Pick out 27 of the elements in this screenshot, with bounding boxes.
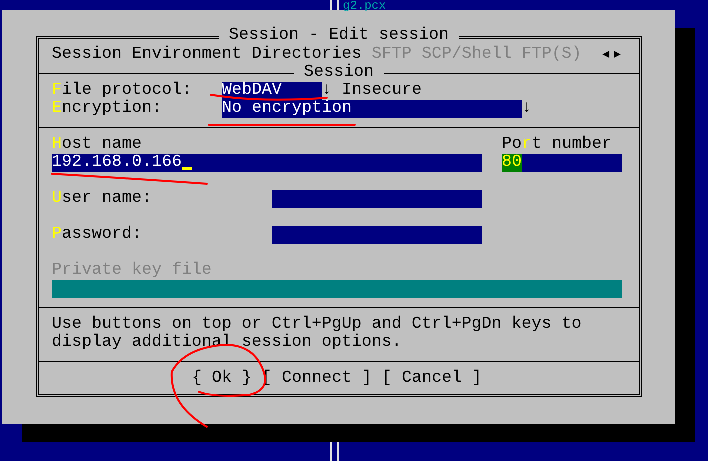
scroll-right-arrow[interactable]: ► bbox=[614, 46, 621, 64]
dropdown-field[interactable]: WebDAV bbox=[222, 82, 322, 100]
field-label: Encryption: bbox=[52, 100, 163, 118]
file-name: g2.pcx bbox=[343, 0, 386, 12]
tab[interactable]: Session bbox=[52, 46, 122, 64]
input-field[interactable]: 192.168.0.166 bbox=[52, 154, 482, 172]
dropdown-field[interactable]: No encryption bbox=[222, 100, 522, 118]
tab[interactable]: Environment bbox=[132, 46, 242, 64]
group-title: Session bbox=[303, 64, 375, 82]
input-field[interactable]: 80 bbox=[502, 154, 622, 172]
hint-text: Use buttons on top or Ctrl+PgUp and Ctrl+PgDn keys to display additional session options. bbox=[52, 316, 583, 352]
field-label: User name: bbox=[52, 190, 153, 208]
field-label: Port number bbox=[502, 136, 612, 154]
dropdown-arrow[interactable]: ↓ bbox=[522, 100, 532, 118]
dialog-button[interactable]: [ Cancel ] bbox=[382, 370, 482, 388]
input-field[interactable] bbox=[272, 226, 482, 244]
input-field[interactable] bbox=[52, 280, 622, 298]
field-label: File protocol: bbox=[52, 82, 193, 100]
note-text: Insecure bbox=[342, 82, 422, 100]
field-label: Password: bbox=[52, 226, 143, 244]
scroll-left-arrow[interactable]: ◄ bbox=[602, 46, 610, 64]
dropdown-arrow[interactable]: ↓ bbox=[322, 82, 332, 100]
input-field[interactable] bbox=[272, 190, 482, 208]
tab[interactable]: Directories bbox=[252, 46, 362, 64]
field-label: Host name bbox=[52, 136, 143, 154]
field-label: Private key file bbox=[51, 262, 213, 280]
dialog-button[interactable]: { Ok } bbox=[192, 370, 252, 388]
